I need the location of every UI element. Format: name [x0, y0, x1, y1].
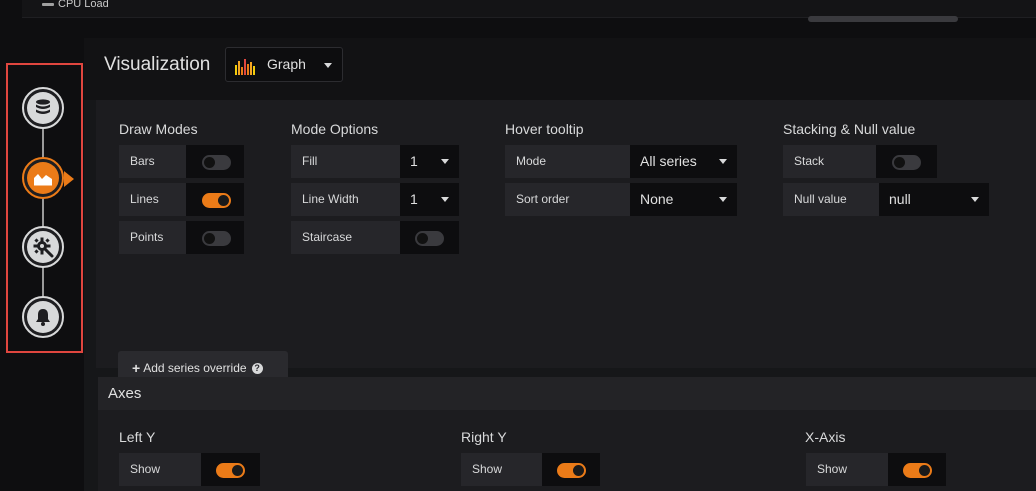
- right-y-show-cell: [542, 453, 600, 486]
- lines-toggle-cell: [186, 183, 244, 216]
- plus-icon: +: [132, 360, 141, 376]
- null-value-label: Null value: [783, 183, 879, 216]
- left-y-title: Left Y: [119, 429, 156, 445]
- sort-order-value: None: [640, 191, 674, 207]
- visualization-header: Visualization Graph: [84, 38, 1036, 100]
- add-series-override-label: Add series override: [143, 361, 247, 375]
- stack-toggle-cell: [876, 145, 937, 178]
- lines-toggle[interactable]: [202, 193, 231, 208]
- staircase-label: Staircase: [291, 221, 400, 254]
- bell-icon: [27, 301, 59, 333]
- tooltip-mode-select[interactable]: All series: [630, 145, 737, 178]
- tooltip-mode-value: All series: [640, 153, 697, 169]
- points-toggle[interactable]: [202, 231, 231, 246]
- points-toggle-cell: [186, 221, 244, 254]
- chevron-down-icon: [441, 197, 449, 202]
- top-strip: CPU Load: [22, 0, 1036, 22]
- axes-section-header[interactable]: Axes: [98, 377, 1036, 410]
- stack-label: Stack: [783, 145, 876, 178]
- line-width-label: Line Width: [291, 183, 400, 216]
- left-y-show-row: Show: [119, 453, 260, 486]
- sort-order-label: Sort order: [505, 183, 630, 216]
- bars-label: Bars: [119, 145, 186, 178]
- bars-row: Bars: [119, 145, 244, 178]
- display-options: Draw Modes Bars Lines Points Mode Option…: [96, 100, 1036, 368]
- mode-options-title: Mode Options: [291, 121, 379, 137]
- bars-toggle-cell: [186, 145, 244, 178]
- right-y-show-toggle[interactable]: [557, 463, 586, 478]
- left-y-show-toggle[interactable]: [216, 463, 245, 478]
- axes-title: Axes: [108, 385, 142, 402]
- fill-select[interactable]: 1: [400, 145, 459, 178]
- left-y-show-cell: [201, 453, 260, 486]
- lines-label: Lines: [119, 183, 186, 216]
- graph-type-icon: [235, 59, 255, 75]
- fill-row: Fill 1: [291, 145, 459, 178]
- chevron-down-icon: [719, 159, 727, 164]
- null-value-row: Null value null: [783, 183, 989, 216]
- panel-editor: Visualization Graph Draw Modes Bars Line…: [84, 38, 1036, 491]
- chevron-down-icon: [441, 159, 449, 164]
- bars-toggle[interactable]: [202, 155, 231, 170]
- gear-icon: [27, 231, 59, 263]
- legend-swatch: [42, 3, 54, 6]
- staircase-row: Staircase: [291, 221, 459, 254]
- horizontal-scrollbar[interactable]: [808, 16, 958, 22]
- right-y-show-row: Show: [461, 453, 600, 486]
- visualization-title: Visualization: [104, 54, 211, 75]
- legend-label[interactable]: CPU Load: [58, 0, 109, 10]
- line-width-value: 1: [410, 191, 418, 207]
- x-axis-show-row: Show: [806, 453, 946, 486]
- fill-label: Fill: [291, 145, 400, 178]
- x-axis-show-label: Show: [806, 453, 888, 486]
- points-label: Points: [119, 221, 186, 254]
- database-icon: [27, 92, 59, 124]
- null-value-select[interactable]: null: [879, 183, 989, 216]
- tooltip-mode-label: Mode: [505, 145, 630, 178]
- alert-tab[interactable]: [22, 296, 64, 338]
- graph-icon: [27, 162, 59, 194]
- stack-toggle[interactable]: [892, 155, 921, 170]
- staircase-toggle-cell: [400, 221, 459, 254]
- tooltip-mode-row: Mode All series: [505, 145, 737, 178]
- chevron-down-icon: [719, 197, 727, 202]
- x-axis-show-toggle[interactable]: [903, 463, 932, 478]
- x-axis-title: X-Axis: [805, 429, 846, 445]
- editor-sidebar: [6, 63, 83, 353]
- points-row: Points: [119, 221, 244, 254]
- general-tab[interactable]: [22, 226, 64, 268]
- right-y-title: Right Y: [461, 429, 507, 445]
- axes-section: Left Y Show Right Y Show X-Axis Show: [98, 410, 1036, 491]
- fill-value: 1: [410, 153, 418, 169]
- rail-connector: [42, 107, 44, 319]
- x-axis-show-cell: [888, 453, 946, 486]
- line-width-select[interactable]: 1: [400, 183, 459, 216]
- chevron-down-icon: [324, 63, 332, 68]
- stacking-title: Stacking & Null value: [783, 121, 916, 137]
- null-value-value: null: [889, 191, 911, 207]
- queries-tab[interactable]: [22, 87, 64, 129]
- visualization-tab[interactable]: [22, 157, 74, 199]
- draw-modes-title: Draw Modes: [119, 121, 198, 137]
- right-y-show-label: Show: [461, 453, 542, 486]
- staircase-toggle[interactable]: [415, 231, 444, 246]
- line-width-row: Line Width 1: [291, 183, 459, 216]
- stack-row: Stack: [783, 145, 937, 178]
- lines-row: Lines: [119, 183, 244, 216]
- visualization-picker[interactable]: Graph: [225, 47, 343, 82]
- chevron-down-icon: [971, 197, 979, 202]
- visualization-picker-label: Graph: [267, 56, 306, 72]
- help-icon[interactable]: ?: [251, 362, 263, 374]
- hover-tooltip-title: Hover tooltip: [505, 121, 584, 137]
- left-y-show-label: Show: [119, 453, 201, 486]
- sort-order-select[interactable]: None: [630, 183, 737, 216]
- sort-order-row: Sort order None: [505, 183, 737, 216]
